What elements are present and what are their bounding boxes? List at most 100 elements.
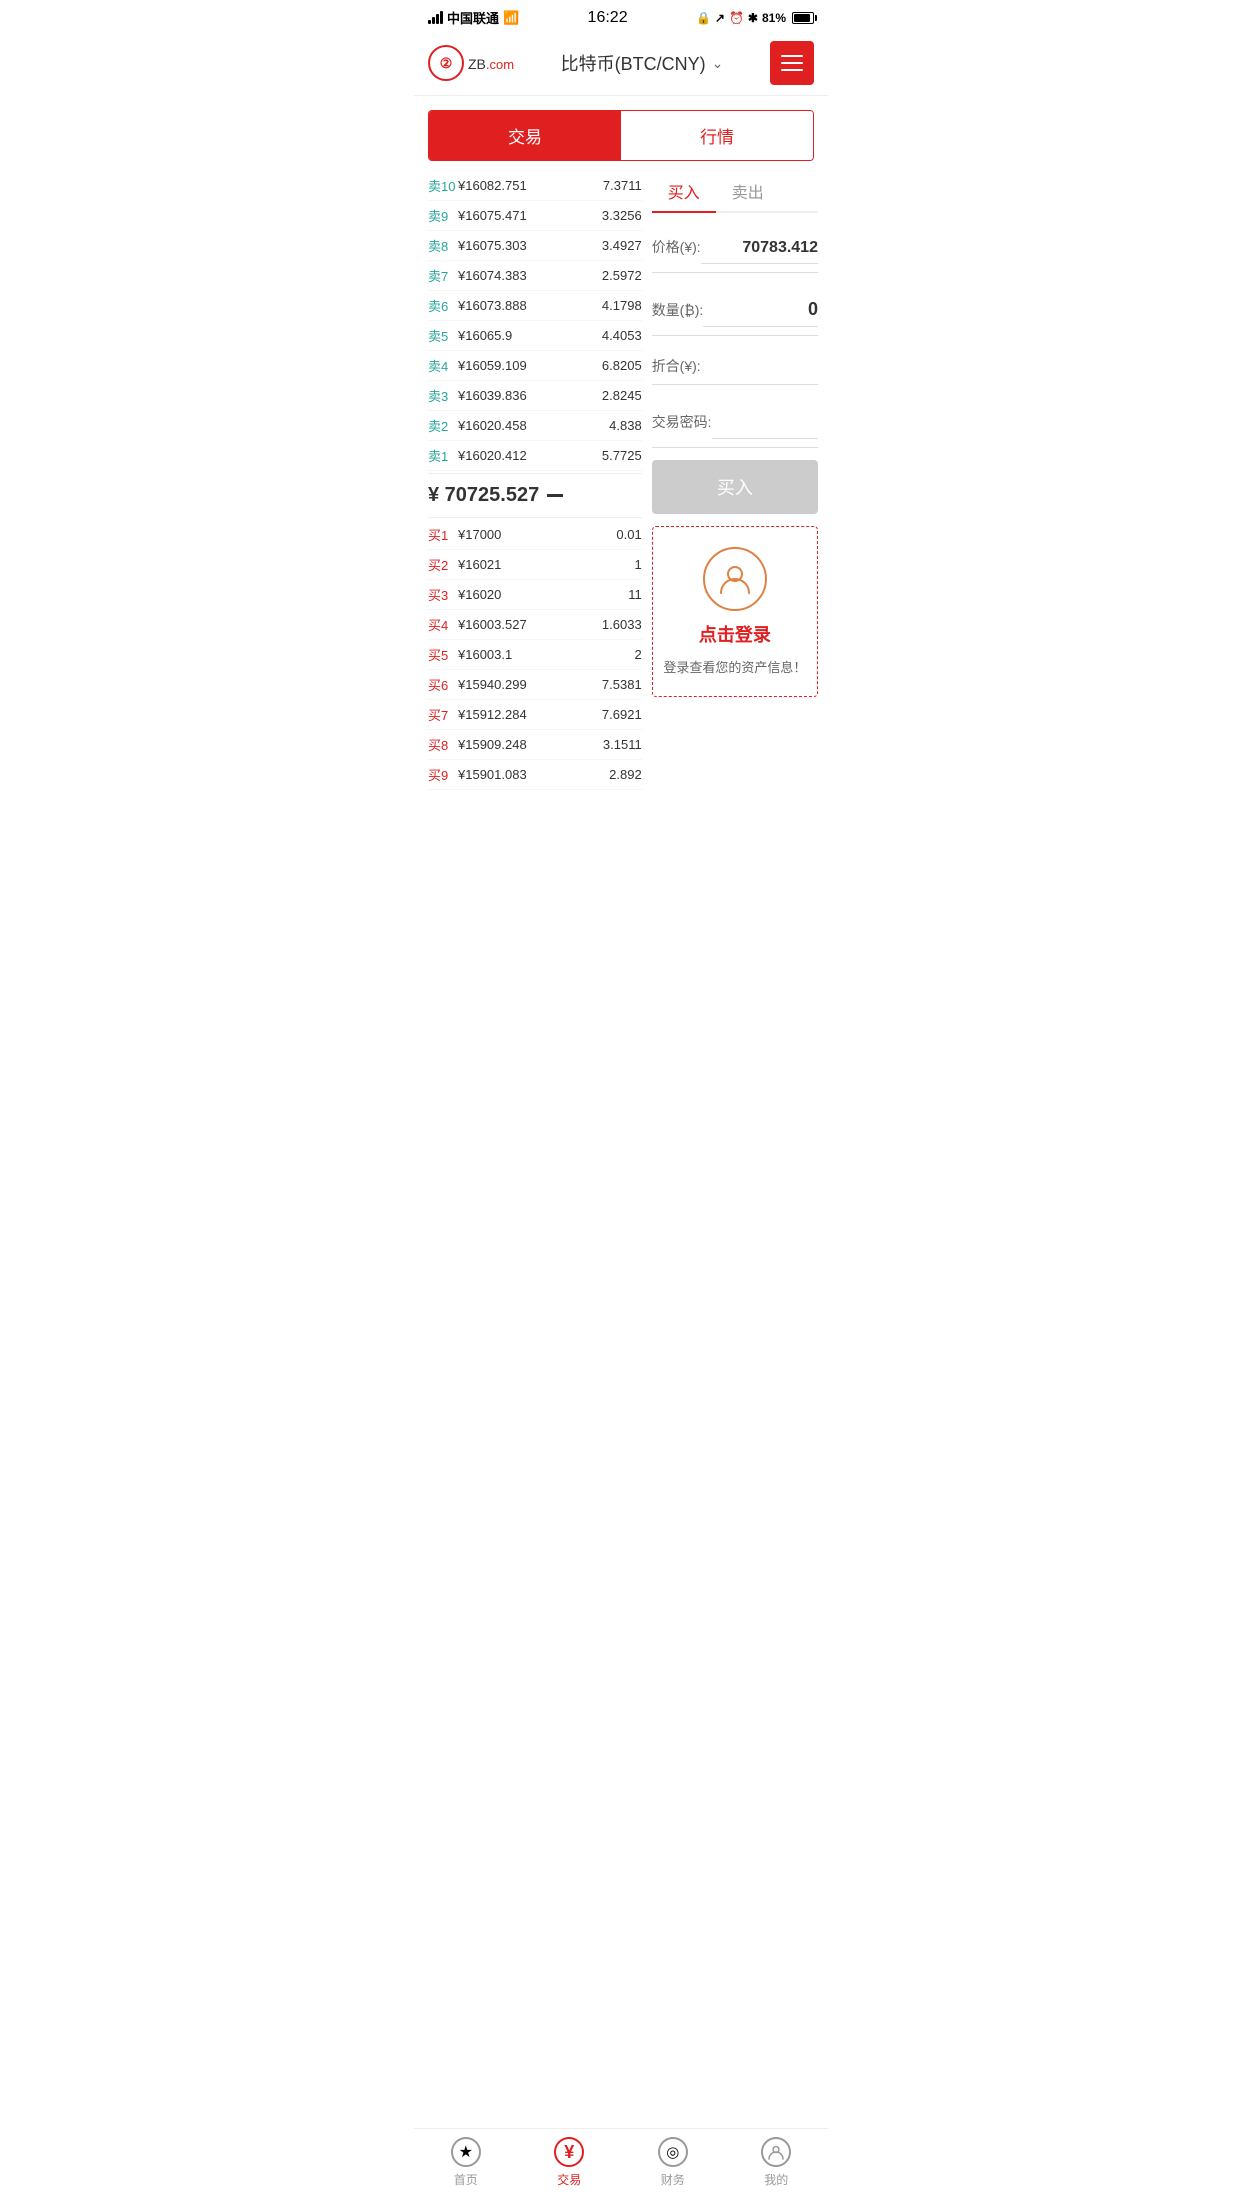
logo: ② ZB.com [428, 45, 514, 81]
qty-field-row: 数量(₿): [652, 285, 818, 336]
menu-button[interactable] [770, 41, 814, 85]
status-time: 16:22 [588, 9, 628, 27]
current-price: ¥ 70725.527 [428, 473, 642, 518]
buy-price: ¥16021 [458, 557, 587, 572]
buy-label: 买9 [428, 765, 458, 784]
qty-input[interactable] [703, 293, 818, 327]
qty-label: 数量(₿): [652, 300, 704, 320]
order-row: 卖5 ¥16065.9 4.4053 [428, 321, 642, 351]
alarm-icon: ⏰ [729, 11, 744, 25]
logo-symbol: ② [440, 55, 453, 72]
sell-price: ¥16059.109 [458, 358, 587, 373]
sell-price: ¥16082.751 [458, 178, 587, 193]
password-input[interactable] [712, 405, 818, 439]
signal-bars [428, 11, 443, 24]
sell-label: 卖7 [428, 266, 458, 285]
sell-price: ¥16074.383 [458, 268, 587, 283]
sell-price: ¥16073.888 [458, 298, 587, 313]
order-row: 卖2 ¥16020.458 4.838 [428, 411, 642, 441]
order-row: 卖10 ¥16082.751 7.3711 [428, 171, 642, 201]
pair-label: 比特币(BTC/CNY) [561, 50, 706, 76]
password-field-row: 交易密码: [652, 397, 818, 448]
nav-profile[interactable]: 我的 [725, 2137, 829, 2188]
profile-icon [761, 2137, 791, 2167]
buy-button[interactable]: 买入 [652, 460, 818, 514]
nav-trade[interactable]: ¥ 交易 [518, 2137, 622, 2188]
main-tab-bar: 交易 行情 [428, 110, 814, 161]
battery-icon [792, 12, 814, 24]
price-input[interactable] [701, 233, 818, 264]
login-prompt[interactable]: 点击登录 登录查看您的资产信息！ [652, 526, 818, 697]
order-row: 卖9 ¥16075.471 3.3256 [428, 201, 642, 231]
nav-home[interactable]: ★ 首页 [414, 2137, 518, 2188]
sell-qty: 6.8205 [587, 358, 642, 373]
sell-label: 卖10 [428, 176, 458, 195]
login-text[interactable]: 点击登录 [699, 621, 771, 647]
tab-buy[interactable]: 买入 [652, 171, 716, 213]
buy-price: ¥15940.299 [458, 677, 587, 692]
price-direction-icon [547, 494, 563, 497]
sell-price: ¥16075.303 [458, 238, 587, 253]
finance-icon: ◎ [658, 2137, 688, 2167]
order-row: 卖1 ¥16020.412 5.7725 [428, 441, 642, 471]
tab-sell[interactable]: 卖出 [716, 171, 780, 211]
buy-qty: 7.5381 [587, 677, 642, 692]
nav-finance[interactable]: ◎ 财务 [621, 2137, 725, 2188]
total-label: 折合(¥): [652, 356, 701, 376]
order-row: 买5 ¥16003.1 2 [428, 640, 642, 670]
sell-price: ¥16039.836 [458, 388, 587, 403]
status-bar: 中国联通 📶 16:22 🔒 ↗ ⏰ ✱ 81% [414, 0, 828, 31]
current-price-value: ¥ 70725.527 [428, 484, 539, 507]
sell-qty: 5.7725 [587, 448, 642, 463]
wifi-icon: 📶 [503, 10, 519, 26]
password-label: 交易密码: [652, 412, 712, 432]
buy-qty: 3.1511 [587, 737, 642, 752]
sell-qty: 4.4053 [587, 328, 642, 343]
tab-market[interactable]: 行情 [621, 111, 813, 160]
nav-profile-label: 我的 [764, 2171, 788, 2188]
sell-price: ¥16075.471 [458, 208, 587, 223]
order-row: 买3 ¥16020 11 [428, 580, 642, 610]
sell-qty: 4.838 [587, 418, 642, 433]
buy-label: 买6 [428, 675, 458, 694]
buy-qty: 11 [587, 587, 642, 602]
buy-price: ¥15912.284 [458, 707, 587, 722]
status-right: 🔒 ↗ ⏰ ✱ 81% [696, 11, 814, 25]
home-icon: ★ [451, 2137, 481, 2167]
sell-label: 卖6 [428, 296, 458, 315]
buy-label: 买4 [428, 615, 458, 634]
sell-price: ¥16020.458 [458, 418, 587, 433]
order-row: 卖8 ¥16075.303 3.4927 [428, 231, 642, 261]
sell-qty: 2.5972 [587, 268, 642, 283]
sell-label: 卖8 [428, 236, 458, 255]
order-row: 买1 ¥17000 0.01 [428, 520, 642, 550]
header-title[interactable]: 比特币(BTC/CNY) ⌄ [561, 50, 724, 76]
sell-qty: 4.1798 [587, 298, 642, 313]
order-row: 卖3 ¥16039.836 2.8245 [428, 381, 642, 411]
price-label: 价格(¥): [652, 237, 701, 257]
lock-icon: 🔒 [696, 11, 711, 25]
buy-price: ¥16003.1 [458, 647, 587, 662]
sell-qty: 3.3256 [587, 208, 642, 223]
sell-label: 卖3 [428, 386, 458, 405]
bluetooth-icon: ✱ [748, 11, 758, 25]
order-row: 买4 ¥16003.527 1.6033 [428, 610, 642, 640]
tab-trade[interactable]: 交易 [429, 111, 621, 160]
order-row: 卖7 ¥16074.383 2.5972 [428, 261, 642, 291]
buy-label: 买8 [428, 735, 458, 754]
nav-home-label: 首页 [454, 2171, 478, 2188]
order-row: 买9 ¥15901.083 2.892 [428, 760, 642, 790]
order-row: 买6 ¥15940.299 7.5381 [428, 670, 642, 700]
buy-label: 买3 [428, 585, 458, 604]
order-row: 买2 ¥16021 1 [428, 550, 642, 580]
sell-label: 卖2 [428, 416, 458, 435]
buy-price: ¥15901.083 [458, 767, 587, 782]
sell-orders: 卖10 ¥16082.751 7.3711 卖9 ¥16075.471 3.32… [428, 171, 642, 471]
location-icon: ↗ [715, 11, 725, 25]
status-left: 中国联通 📶 [428, 8, 519, 27]
sell-label: 卖1 [428, 446, 458, 465]
battery-pct: 81% [762, 11, 786, 25]
buy-label: 买1 [428, 525, 458, 544]
buy-price: ¥17000 [458, 527, 587, 542]
bottom-nav: ★ 首页 ¥ 交易 ◎ 财务 我的 [414, 2128, 828, 2208]
